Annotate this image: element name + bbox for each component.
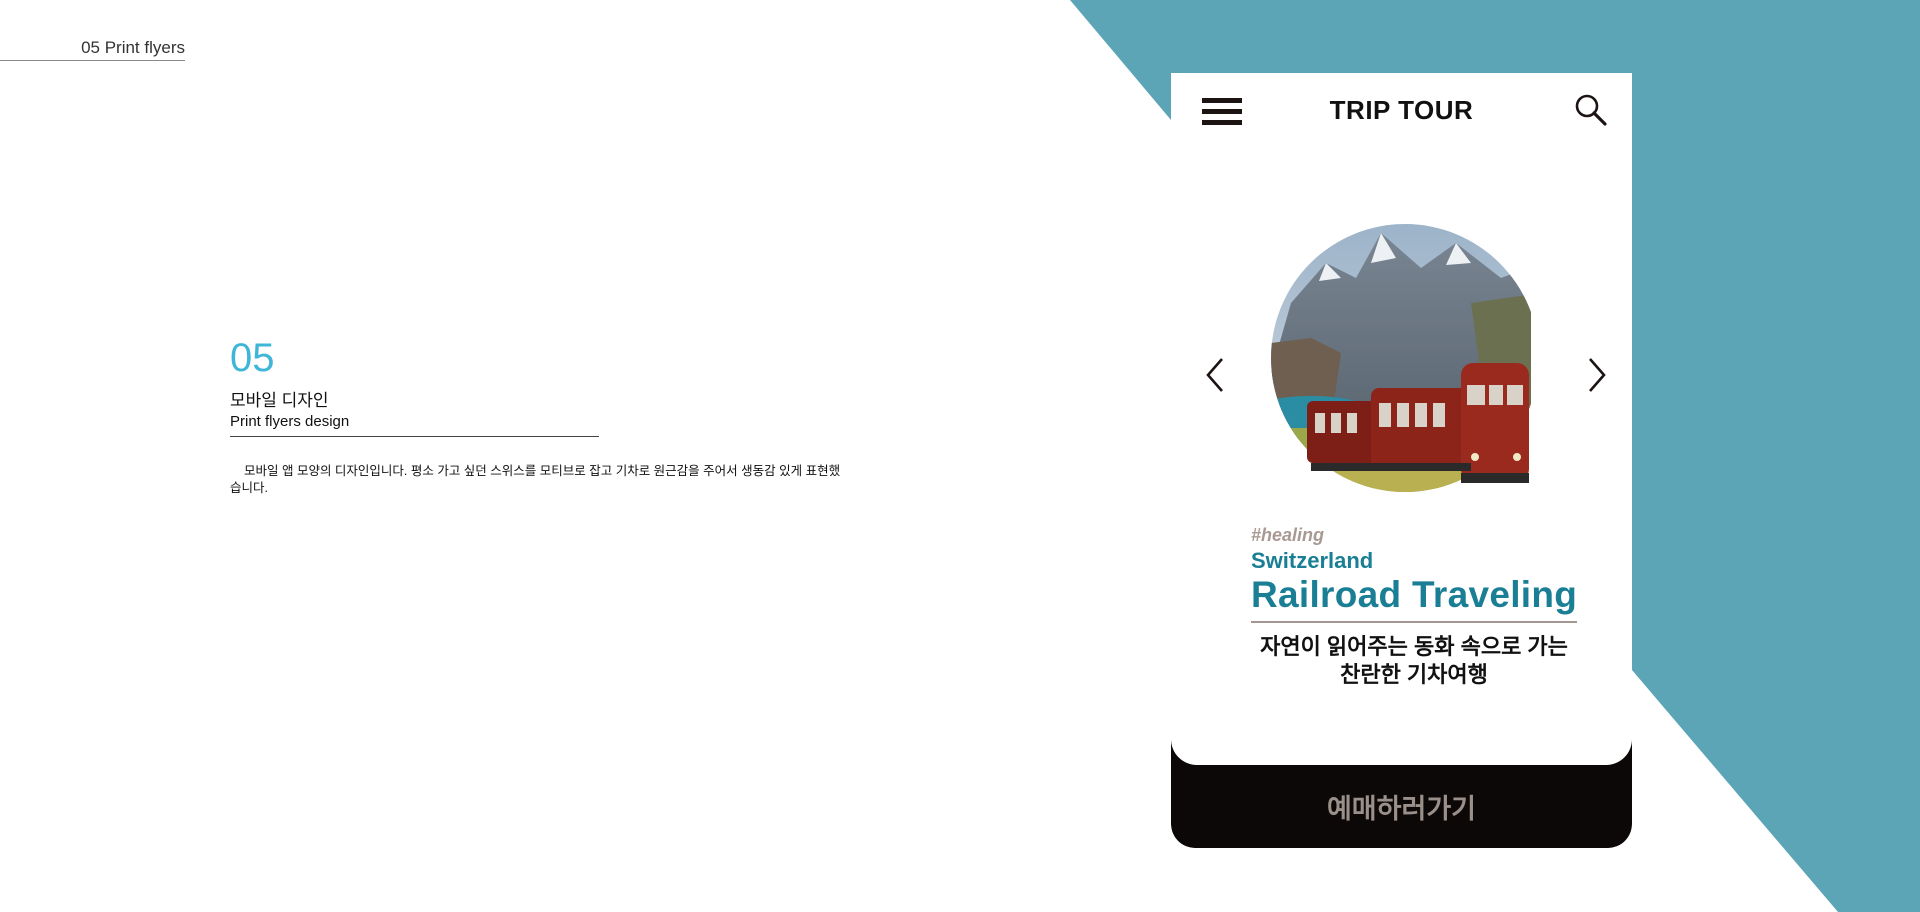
headline-divider bbox=[1251, 620, 1577, 623]
search-icon[interactable] bbox=[1573, 93, 1609, 129]
title-english: Print flyers design bbox=[230, 413, 350, 430]
hashtag-text: #healing bbox=[1251, 525, 1325, 545]
korean-subcopy-line2: 찬란한 기차여행 bbox=[1340, 661, 1488, 687]
title-korean: 모바일 디자인 bbox=[230, 391, 329, 410]
book-now-button[interactable]: 예매하러가기 bbox=[1171, 765, 1632, 848]
headline-text: Railroad Traveling bbox=[1251, 574, 1578, 615]
destination-text: Switzerland bbox=[1251, 548, 1374, 573]
intro-description: 모바일 앱 모양의 디자인입니다. 평소 가고 싶던 스위스를 모티브로 잡고 … bbox=[230, 464, 841, 495]
promo-copy: #healing Switzerland Railroad Traveling … bbox=[1251, 525, 1581, 689]
hero-train-image bbox=[1271, 224, 1531, 492]
chevron-right-icon[interactable] bbox=[1585, 355, 1609, 395]
intro-block: 05 모바일 디자인 Print flyers design 모바일 앱 모양의… bbox=[230, 338, 850, 497]
intro-divider bbox=[230, 436, 599, 437]
section-tag-label: 05 Print flyers bbox=[81, 38, 185, 57]
korean-subcopy-line1: 자연이 읽어주는 동화 속으로 가는 bbox=[1260, 633, 1568, 659]
section-tag: 05 Print flyers bbox=[0, 38, 185, 61]
phone-screen: TRIP TOUR #healing Switzerland Railroad … bbox=[1171, 73, 1632, 765]
chevron-left-icon[interactable] bbox=[1203, 355, 1227, 395]
phone-mockup: TRIP TOUR #healing Switzerland Railroad … bbox=[1171, 73, 1632, 848]
section-number: 05 bbox=[230, 336, 275, 380]
korean-subcopy: 자연이 읽어주는 동화 속으로 가는 찬란한 기차여행 bbox=[1251, 633, 1577, 689]
app-brand-title: TRIP TOUR bbox=[1329, 95, 1474, 125]
